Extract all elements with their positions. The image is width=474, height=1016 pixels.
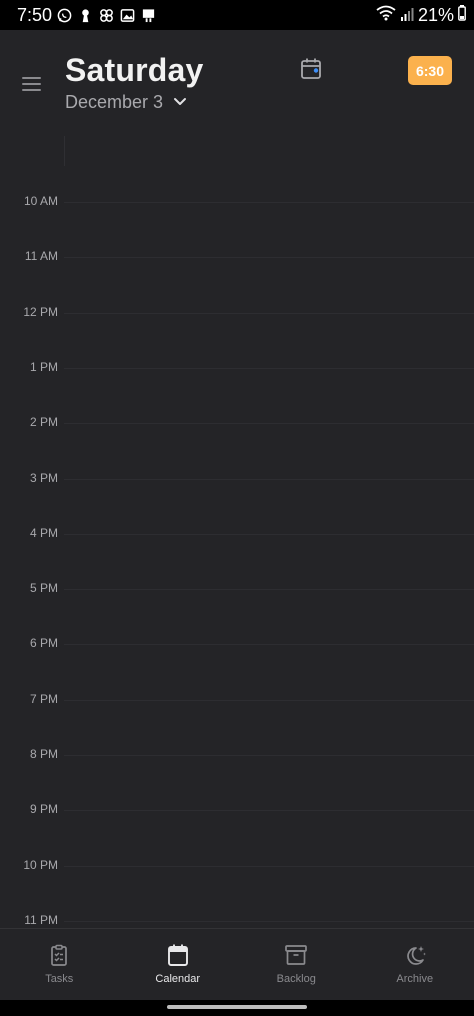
hour-gridline [64,533,474,535]
calendar-today-button[interactable] [300,57,322,81]
hour-gridline [64,423,474,425]
hour-label: 11 AM [24,249,58,264]
hour-gridline [64,920,474,922]
nav-archive[interactable]: Archive [356,929,474,1001]
hour-label: 6 PM [29,636,58,651]
date-label: December 3 [65,92,164,112]
hour-gridline [64,257,474,259]
hour-row[interactable]: 11 PM [0,913,474,927]
hour-row[interactable]: 9 PM [0,802,474,816]
hour-label: 10 AM [23,194,58,208]
day-title: Saturday [65,52,204,88]
archive-box-icon [284,943,308,967]
hour-label: 1 PM [29,359,58,374]
timeline-divider [64,136,65,166]
hour-label: 7 PM [29,691,58,706]
hour-row[interactable]: 6 PM [0,636,474,650]
hour-gridline [64,644,474,646]
chevron-down-icon [173,94,187,112]
hour-label: 8 PM [29,747,58,761]
nav-backlog-label: Backlog [276,973,316,985]
hour-row[interactable]: 2 PM [0,415,474,429]
hamburger-menu-icon[interactable] [22,76,41,92]
nav-calendar[interactable]: Calendar [119,929,238,1001]
nav-calendar-label: Calendar [155,973,201,985]
nav-backlog[interactable]: Backlog [237,929,356,1001]
hour-gridline [64,202,474,203]
whatsapp-icon [57,8,72,23]
nav-archive-label: Archive [396,973,434,985]
nav-tasks[interactable]: Tasks [0,929,119,1001]
hour-label: 11 PM [24,912,58,927]
hour-gridline [64,478,474,480]
status-bar: 7:50 21% [0,0,474,30]
hour-gridline [64,810,474,812]
hour-gridline [64,699,474,701]
hour-label: 10 PM [23,857,58,872]
hour-row[interactable]: 5 PM [0,581,474,595]
calendar-icon [166,943,190,967]
moon-stars-icon [403,943,427,967]
hour-row[interactable]: 4 PM [0,526,474,540]
hour-gridline [64,755,474,756]
cast-icon [141,8,156,23]
time-badge[interactable]: 6:30 [408,56,452,85]
hour-gridline [64,312,474,314]
home-indicator[interactable] [167,1005,307,1009]
wifi-icon [376,5,396,26]
nav-tasks-label: Tasks [45,973,74,985]
hour-label: 4 PM [29,525,58,540]
hour-gridline [64,367,474,369]
battery-icon [458,5,466,26]
hour-gridline [64,865,474,867]
pinwheel-icon [99,8,114,23]
keyhole-icon [78,8,93,23]
hour-row[interactable]: 11 AM [0,249,474,263]
calendar-app: Saturday December 3 6:30 10 AM 11 AM 12 PM… [0,30,474,1001]
hour-label: 9 PM [29,802,58,817]
bottom-nav: Tasks Calendar Backlog Archive [0,928,474,1001]
signal-icon [400,5,414,26]
notification-icons [57,8,156,23]
hour-label: 12 PM [23,304,58,319]
hour-row[interactable]: 1 PM [0,360,474,374]
system-nav-area [0,1000,474,1016]
hour-row[interactable]: 8 PM [0,747,474,761]
hour-label: 2 PM [29,415,58,430]
date-selector[interactable]: December 3 [65,92,187,113]
hour-row[interactable]: 10 PM [0,858,474,872]
clipboard-check-icon [47,943,71,967]
battery-text: 21% [417,5,454,25]
status-right: 21% [376,5,466,26]
hour-row[interactable]: 12 PM [0,305,474,319]
gallery-icon [120,8,135,23]
hour-label: 5 PM [29,581,58,596]
hour-label: 3 PM [29,470,58,485]
hour-row[interactable]: 3 PM [0,471,474,485]
status-time: 7:50 [17,5,53,25]
hour-row[interactable]: 7 PM [0,692,474,706]
calendar-dot-icon [300,58,322,85]
hour-gridline [64,589,474,591]
day-timeline[interactable]: 10 AM 11 AM 12 PM 1 PM 2 PM 3 PM 4 PM 5 PM 6 PM 7… [0,136,474,928]
hour-row[interactable]: 10 AM [0,194,474,208]
